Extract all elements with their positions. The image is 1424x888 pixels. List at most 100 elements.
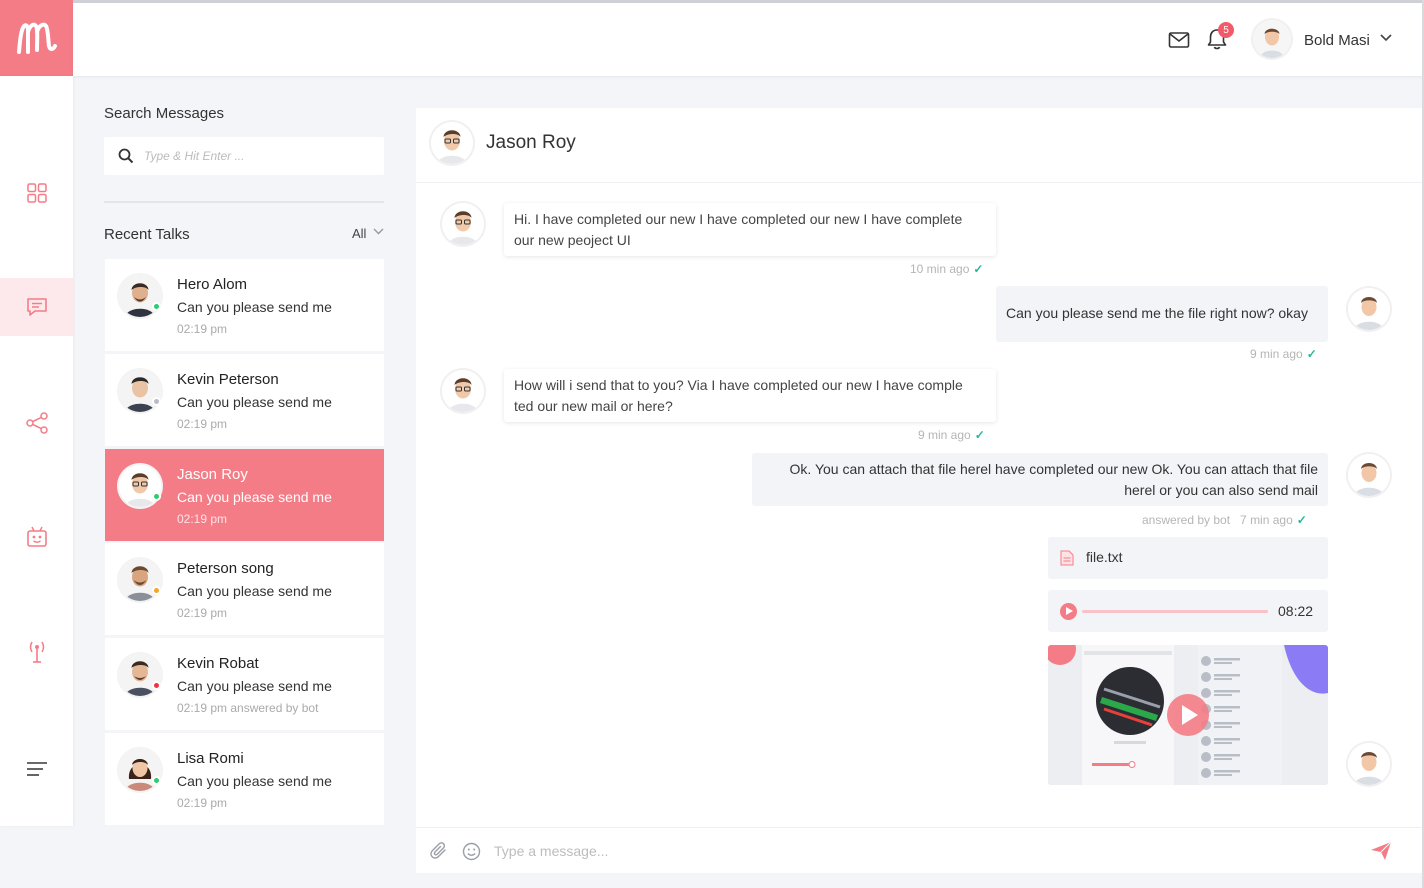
chat-header-divider [416, 182, 1422, 183]
nav-item-share[interactable] [0, 394, 73, 452]
talk-item-hero-alom[interactable]: Hero Alom Can you please send me 02:19 p… [105, 259, 384, 351]
avatar [1348, 743, 1390, 785]
talk-name: Peterson song [177, 560, 274, 577]
message-line: How will i send that to you? Via I have … [514, 377, 963, 393]
message-bubble-incoming: How will i send that to you? Via I have … [504, 369, 996, 422]
message-line: ted our new mail or here? [514, 398, 673, 414]
talk-item-jason-roy[interactable]: Jason Roy Can you please send me 02:19 p… [105, 449, 384, 541]
talk-item-peterson-song[interactable]: Peterson song Can you please send me 02:… [105, 543, 384, 635]
online-status-dot [152, 302, 161, 311]
talk-preview: Can you please send me [177, 678, 332, 694]
talk-preview: Can you please send me [177, 394, 332, 410]
talk-name: Kevin Peterson [177, 371, 279, 388]
talk-time: 02:19 pm [177, 322, 228, 336]
document-icon [1060, 550, 1074, 566]
message-meta: answered by bot 7 min ago ✓ [1142, 513, 1307, 527]
search-icon [118, 148, 134, 164]
menu-lines-icon [26, 762, 47, 776]
talk-name: Jason Roy [177, 466, 248, 483]
audio-progress-track[interactable] [1082, 610, 1268, 613]
online-status-dot [152, 492, 161, 501]
video-attachment[interactable] [1048, 645, 1328, 785]
away-status-dot [152, 586, 161, 595]
notification-badge: 5 [1218, 22, 1234, 38]
contact-avatar[interactable] [431, 122, 473, 164]
busy-status-dot [152, 681, 161, 690]
nav-item-menu[interactable] [0, 740, 73, 798]
message-line: our new peoject UI [514, 232, 631, 248]
recent-talks-heading: Recent Talks [104, 226, 190, 243]
message-line: Ok. You can attach that file herel have … [789, 461, 1318, 477]
message-meta: 9 min ago ✓ [918, 428, 985, 442]
talk-time: 02:19 pm [177, 606, 228, 620]
avatar [442, 203, 484, 245]
paperclip-icon[interactable] [430, 842, 448, 860]
nav-item-bot[interactable] [0, 508, 73, 566]
read-check-icon: ✓ [973, 262, 984, 276]
talk-time: 02:19 pm [177, 417, 228, 431]
left-nav [0, 76, 73, 826]
message-bubble-outgoing: Ok. You can attach that file herel have … [752, 453, 1328, 506]
app-logo[interactable] [0, 0, 73, 76]
talk-time: 02:19 pm [177, 512, 228, 526]
talk-item-kevin-robat[interactable]: Kevin Robat Can you please send me 02:19… [105, 638, 384, 730]
talk-item-kevin-peterson[interactable]: Kevin Peterson Can you please send me 02… [105, 354, 384, 446]
antenna-icon [29, 641, 44, 663]
panel-divider [104, 201, 384, 203]
grid-icon [26, 183, 47, 203]
search-input[interactable] [144, 146, 364, 166]
message-bubble-outgoing: Can you please send me the file right no… [996, 286, 1328, 342]
talk-preview: Can you please send me [177, 299, 332, 315]
message-meta: 10 min ago ✓ [910, 262, 983, 276]
video-thumbnail [1048, 645, 1328, 785]
message-time: 10 min ago [910, 262, 970, 276]
nav-item-broadcast[interactable] [0, 622, 73, 680]
play-icon[interactable] [1060, 603, 1077, 620]
talk-preview: Can you please send me [177, 489, 332, 505]
robot-icon [26, 526, 47, 547]
top-header: 5 Bold Masi [73, 3, 1424, 76]
talk-name: Kevin Robat [177, 655, 259, 672]
chat-icon [26, 298, 47, 316]
read-check-icon: ✓ [974, 428, 985, 442]
audio-message: 08:22 [1048, 590, 1328, 632]
chat-panel: Jason Roy Hi. I have completed our new I… [416, 108, 1422, 873]
search-box[interactable] [104, 137, 384, 175]
chevron-down-icon[interactable] [1380, 31, 1392, 45]
talks-filter-select[interactable]: All [352, 226, 366, 241]
envelope-icon[interactable] [1168, 29, 1190, 51]
contact-name: Jason Roy [486, 132, 576, 153]
chevron-down-icon[interactable] [373, 226, 384, 238]
talk-preview: Can you please send me [177, 773, 332, 789]
message-bubble-incoming: Hi. I have completed our new I have comp… [504, 203, 996, 256]
user-avatar[interactable] [1253, 20, 1291, 58]
m-logo-icon [16, 22, 57, 54]
talk-name: Hero Alom [177, 276, 248, 293]
nav-item-dashboard[interactable] [0, 164, 73, 222]
read-check-icon: ✓ [1306, 347, 1317, 361]
message-time: answered by bot 7 min ago [1142, 513, 1293, 527]
send-icon[interactable] [1370, 841, 1392, 861]
talk-name: Lisa Romi [177, 750, 244, 767]
user-name[interactable]: Bold Masi [1304, 32, 1370, 49]
talk-time: 02:19 pm [177, 796, 228, 810]
message-line: Hi. I have completed our new I have comp… [514, 211, 963, 227]
avatar [1348, 454, 1390, 496]
file-attachment[interactable]: file.txt [1048, 537, 1328, 579]
file-name: file.txt [1086, 549, 1123, 565]
avatar [442, 370, 484, 412]
smiley-icon[interactable] [462, 842, 481, 861]
talk-preview: Can you please send me [177, 583, 332, 599]
nav-item-chat[interactable] [0, 278, 73, 336]
share-icon [25, 412, 48, 434]
read-check-icon: ✓ [1296, 513, 1307, 527]
talk-time: 02:19 pm answered by bot [177, 701, 319, 715]
talk-item-lisa-romi[interactable]: Lisa Romi Can you please send me 02:19 p… [105, 733, 384, 825]
avatar [1348, 288, 1390, 330]
message-input[interactable] [494, 841, 1294, 861]
message-time: 9 min ago [1250, 347, 1303, 361]
offline-status-dot [152, 397, 161, 406]
online-status-dot [152, 776, 161, 785]
message-meta: 9 min ago ✓ [1250, 347, 1317, 361]
message-line: Can you please send me the file right no… [1006, 305, 1308, 321]
